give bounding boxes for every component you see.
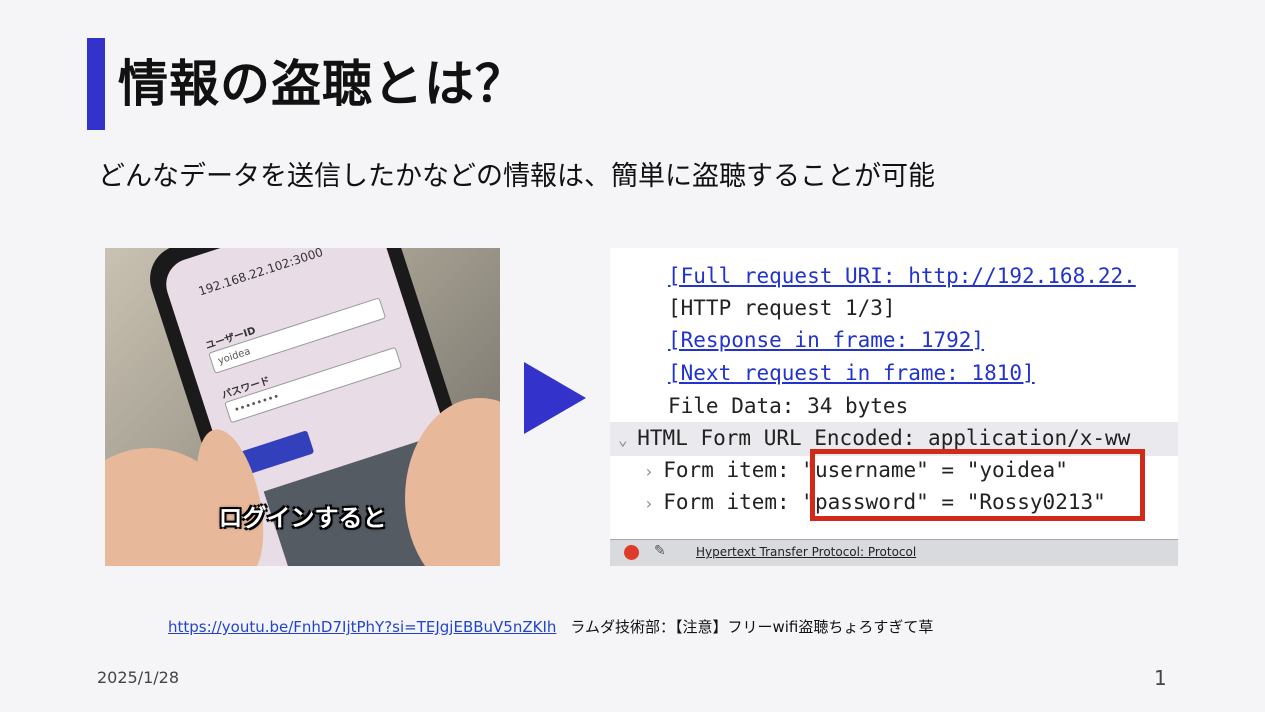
edit-icon[interactable]: ✎ xyxy=(654,543,666,559)
phone-url: 192.168.22.102:3000 xyxy=(196,248,325,299)
status-bar: ✎ Hypertext Transfer Protocol: Protocol xyxy=(610,539,1178,566)
phone-photo: 192.168.22.102:3000 ユーザーID yoidea パスワード … xyxy=(105,248,500,566)
credentials-highlight-box xyxy=(810,449,1145,521)
next-request-link[interactable]: [Next request in frame: 1810] xyxy=(668,361,1035,385)
photo-caption: ログインすると xyxy=(218,504,387,532)
slide-subtitle: どんなデータを送信したかなどの情報は、簡単に盗聴することが可能 xyxy=(98,161,935,192)
chevron-right-icon[interactable]: › xyxy=(644,462,663,481)
status-text: Hypertext Transfer Protocol: Protocol xyxy=(696,545,917,559)
slide-date: 2025/1/28 xyxy=(97,668,180,687)
file-data: File Data: 34 bytes xyxy=(668,394,909,418)
slide-title: 情報の盗聴とは？ xyxy=(118,55,526,113)
source-link[interactable]: https://youtu.be/FnhD7IjtPhY?si=TEJgjEBB… xyxy=(168,618,556,636)
http-request-count: [HTTP request 1/3] xyxy=(668,296,896,320)
response-frame-link[interactable]: [Response in frame: 1792] xyxy=(668,328,984,352)
login-button xyxy=(240,430,315,475)
chevron-right-icon[interactable]: › xyxy=(644,494,663,513)
title-accent-bar xyxy=(87,38,105,130)
source-label: ラムダ技術部：【注意】フリーwifi盗聴ちょろすぎて草 xyxy=(570,618,934,636)
record-icon[interactable] xyxy=(624,545,639,560)
source-citation: https://youtu.be/FnhD7IjtPhY?si=TEJgjEBB… xyxy=(168,616,933,637)
full-request-uri[interactable]: [Full request URI: http://192.168.22. xyxy=(668,264,1136,288)
play-arrow-icon xyxy=(524,362,586,434)
form-encoded-row[interactable]: ⌄ HTML Form URL Encoded: application/x-w… xyxy=(618,426,1130,450)
packet-capture-panel: [Full request URI: http://192.168.22. [H… xyxy=(610,248,1178,566)
page-number: 1 xyxy=(1154,666,1167,690)
chevron-down-icon[interactable]: ⌄ xyxy=(618,430,637,449)
